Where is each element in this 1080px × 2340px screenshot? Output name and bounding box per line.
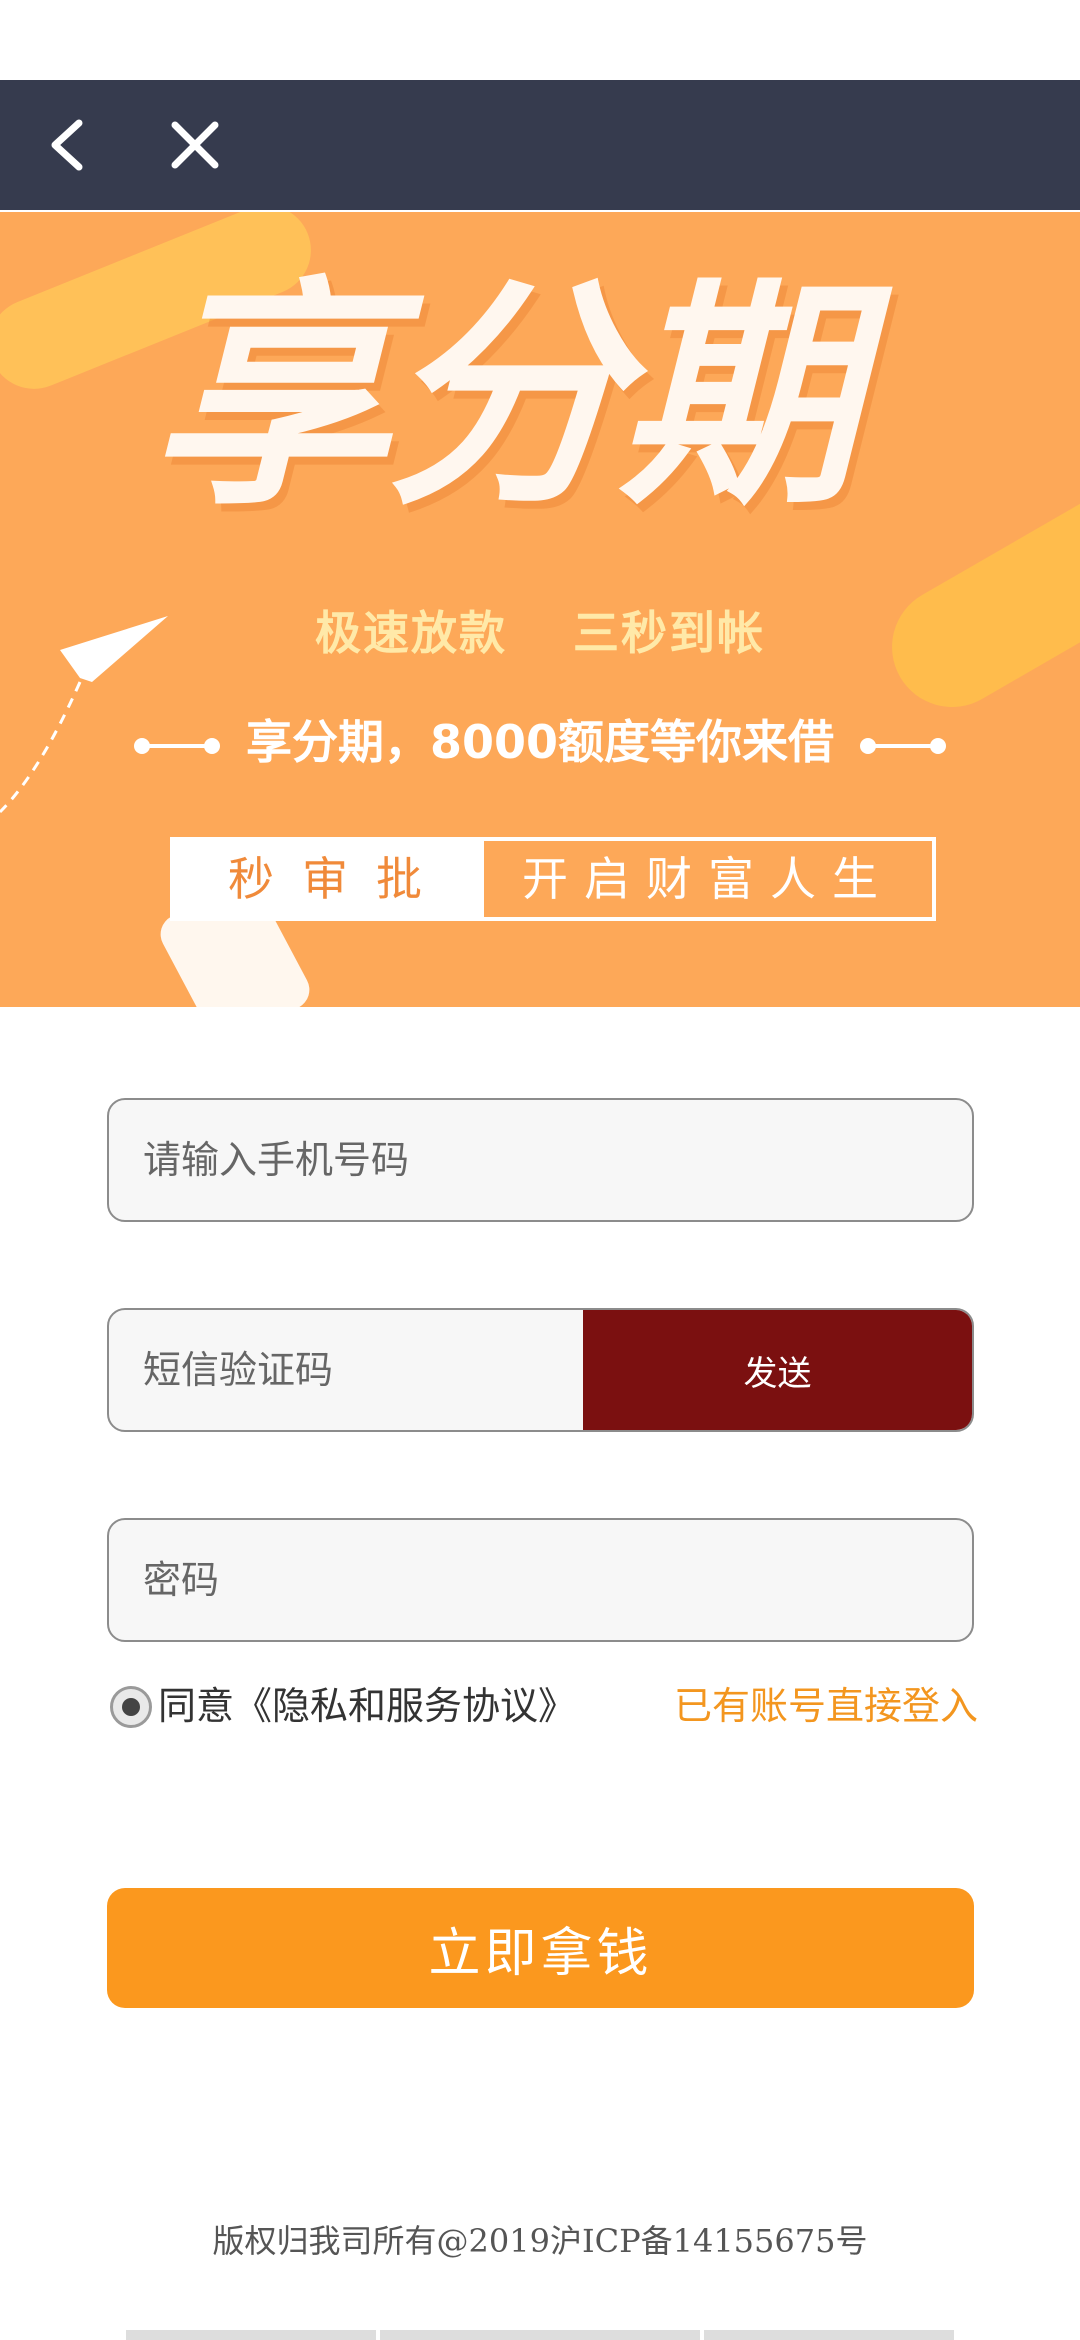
page: 享分期 极速放款 三秒到帐 享分期，8000额度等你来借 秒审批 开启财富人生 … xyxy=(0,0,1080,2340)
close-button[interactable] xyxy=(140,80,250,210)
agree-radio[interactable] xyxy=(110,1686,152,1728)
banner-slogan-left: 极速放款 xyxy=(314,606,507,660)
password-field xyxy=(107,1518,974,1642)
promo-banner[interactable]: 享分期 极速放款 三秒到帐 享分期，8000额度等你来借 秒审批 开启财富人生 … xyxy=(0,212,1080,1007)
banner-tagline: 享分期，8000额度等你来借 xyxy=(245,715,835,769)
sms-field: 发送 xyxy=(107,1308,974,1432)
banner-slogan-right: 三秒到帐 xyxy=(573,606,765,660)
banner-title: 享分期 xyxy=(150,257,858,537)
sms-code-input[interactable] xyxy=(109,1310,583,1430)
login-link[interactable]: 已有账号直接登入 xyxy=(674,1678,978,1734)
chevron-left-icon xyxy=(51,119,83,171)
close-icon xyxy=(171,121,219,169)
banner-box-right: 开启财富人生 xyxy=(522,852,894,906)
agreement-row: 同意《隐私和服务协议》 已有账号直接登入 xyxy=(110,1676,980,1736)
banner-tagline-row: 享分期，8000额度等你来借 xyxy=(0,707,1080,777)
back-button[interactable] xyxy=(14,80,124,210)
decorative-line xyxy=(133,737,220,754)
bottom-bar-segment xyxy=(126,2330,376,2340)
banner-box: 秒审批 开启财富人生 xyxy=(170,837,936,921)
password-input[interactable] xyxy=(109,1520,972,1640)
banner-box-left: 秒审批 xyxy=(174,841,484,917)
bottom-bar-segment xyxy=(380,2330,700,2340)
send-code-button[interactable]: 发送 xyxy=(583,1310,972,1430)
agree-label[interactable]: 同意《隐私和服务协议》 xyxy=(158,1678,576,1734)
banner-slogan: 极速放款 三秒到帐 xyxy=(0,597,1080,663)
copyright-text: 版权归我司所有@2019沪ICP备14155675号 xyxy=(212,2222,868,2260)
status-area xyxy=(0,0,1080,80)
navbar xyxy=(0,80,1080,210)
bottom-bar xyxy=(0,2330,1080,2340)
phone-input[interactable] xyxy=(109,1100,972,1220)
bottom-bar-segment xyxy=(704,2330,954,2340)
submit-button[interactable]: 立即拿钱 xyxy=(107,1888,974,2008)
phone-field xyxy=(107,1098,974,1222)
decorative-line xyxy=(860,737,947,754)
